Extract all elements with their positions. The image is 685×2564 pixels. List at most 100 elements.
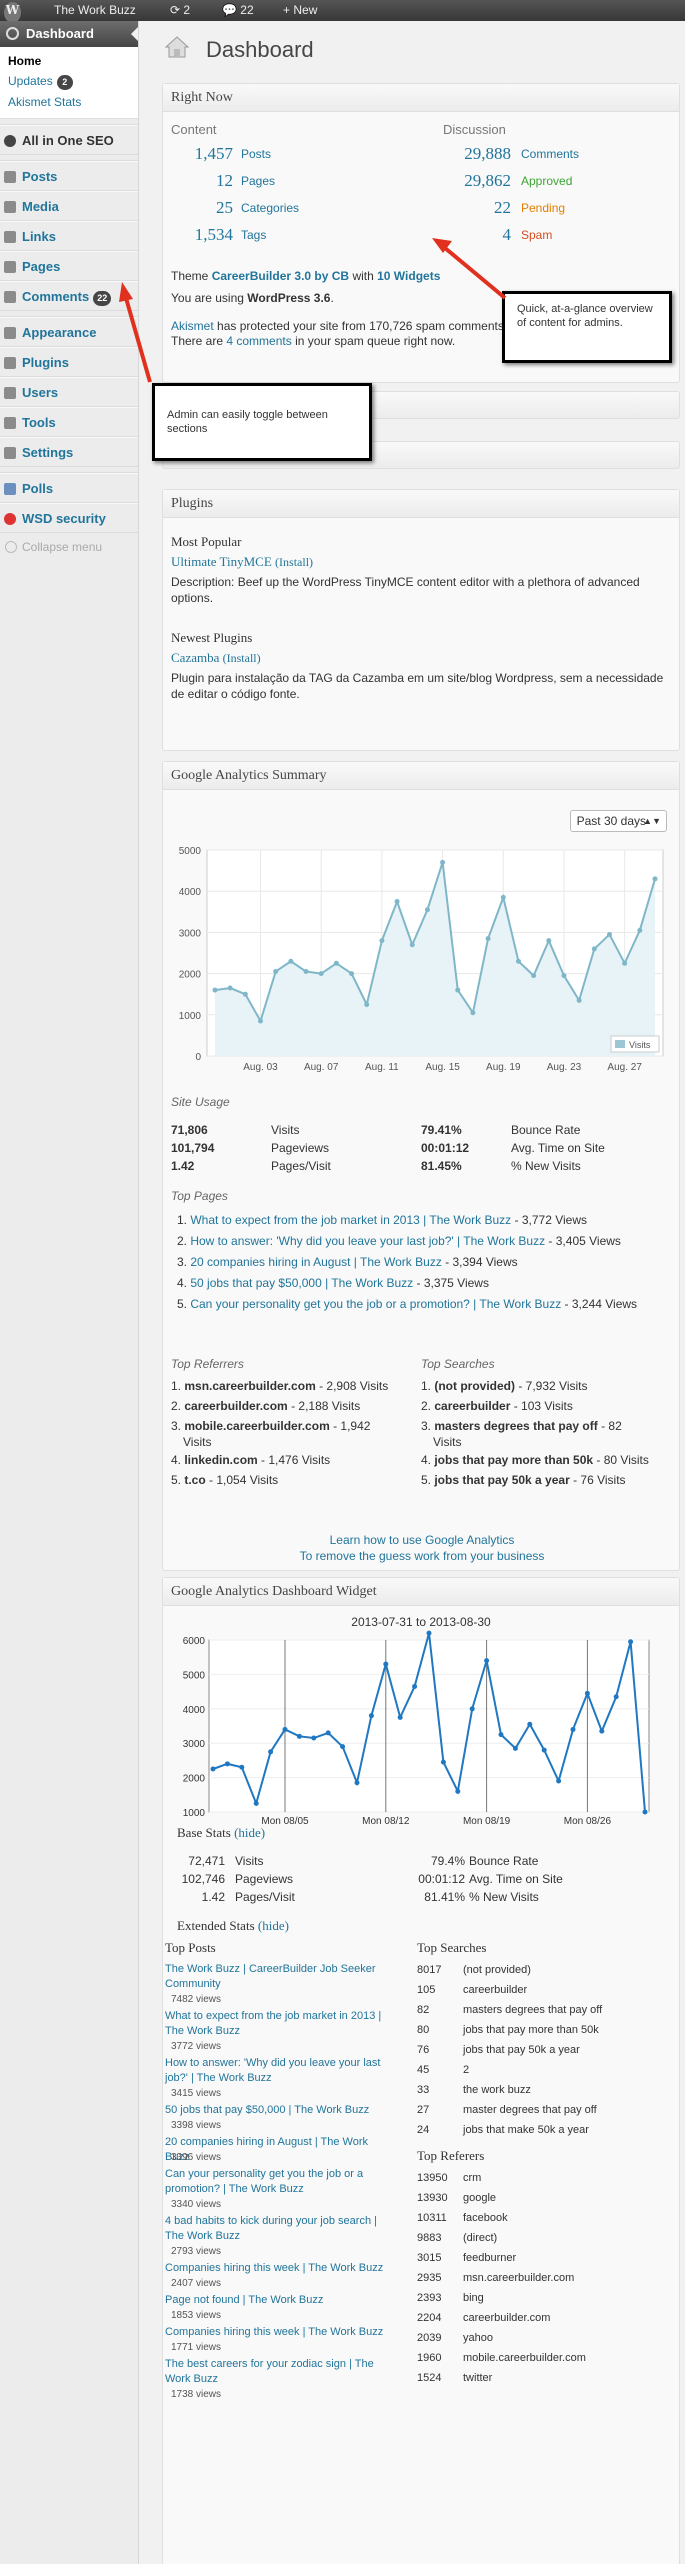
item-name: t.co <box>184 1473 206 1487</box>
top-post-link[interactable]: 4 bad habits to kick during your job sea… <box>165 2214 395 2244</box>
install-link[interactable]: (Install) <box>223 651 261 665</box>
sidebar-item-dashboard[interactable]: Dashboard <box>0 21 138 47</box>
sidebar-item-links[interactable]: Links <box>0 221 138 251</box>
page-title: Dashboard <box>206 37 314 62</box>
discussion-count[interactable]: 4 <box>363 225 512 245</box>
top-page-item: 2. How to answer: 'Why did you leave you… <box>177 1233 677 1249</box>
spam-queue-link[interactable]: 4 comments <box>226 334 291 348</box>
widgets-link[interactable]: 10 Widgets <box>377 269 440 283</box>
submenu-home[interactable]: Home <box>0 51 138 71</box>
content-label[interactable]: Tags <box>241 228 266 242</box>
comments-link[interactable]: 💬 22 <box>222 0 254 21</box>
top-page-link[interactable]: How to answer: 'Why did you leave your l… <box>190 1234 545 1248</box>
sidebar-item-plugins[interactable]: Plugins <box>0 347 138 377</box>
sidebar-item-label: WSD security <box>22 511 106 526</box>
visits-line-chart: 2013-07-31 to 2013-08-30 1000 2000 3000 4000… <box>183 1615 650 1827</box>
collapse-arrow-icon <box>5 541 17 553</box>
count-value: 80 <box>417 2024 430 2036</box>
content-label[interactable]: Pages <box>241 174 275 188</box>
akismet-line: Akismet has protected your site from 170… <box>171 318 504 334</box>
top-post-views: 3772 views <box>171 2041 222 2052</box>
content-count[interactable]: 1,457 <box>163 144 233 164</box>
current-arrow-icon <box>131 27 138 41</box>
top-page-link[interactable]: Can your personality get you the job or … <box>190 1297 561 1311</box>
item-name: masters degrees that pay off <box>434 1419 598 1433</box>
plugins-widget: Plugins Most Popular Ultimate TinyMCE (I… <box>162 489 680 751</box>
top-page-link[interactable]: 50 jobs that pay $50,000 | The Work Buzz <box>190 1276 413 1290</box>
stat-label: % New Visits <box>511 1159 581 1173</box>
submenu-updates[interactable]: Updates 2 <box>0 71 138 92</box>
akismet-link[interactable]: Akismet <box>171 319 214 333</box>
sidebar-item-wsd-security[interactable]: WSD security <box>0 503 138 533</box>
plot-area <box>208 1639 650 1813</box>
discussion-count[interactable]: 29,888 <box>363 144 511 164</box>
count-value: 2393 <box>417 2292 442 2304</box>
updates-link[interactable]: ⟳ 2 <box>170 0 190 21</box>
sidebar-item-tools[interactable]: Tools <box>0 407 138 437</box>
sidebar-item-polls[interactable]: Polls <box>0 473 138 503</box>
count-label: masters degrees that pay off <box>463 2004 603 2016</box>
chart-title: 2013-07-31 to 2013-08-30 <box>351 1615 491 1629</box>
top-post-link[interactable]: The best careers for your zodiac sign | … <box>165 2357 395 2387</box>
discussion-label[interactable]: Spam <box>521 228 552 242</box>
top-post-views: 3398 views <box>171 2120 222 2131</box>
discussion-label[interactable]: Comments <box>521 147 579 161</box>
top-post-link[interactable]: Companies hiring this week | The Work Bu… <box>165 2261 395 2276</box>
sidebar-item-posts[interactable]: Posts <box>0 161 138 191</box>
plugin-link[interactable]: Ultimate TinyMCE <box>171 554 272 569</box>
theme-link[interactable]: CareerBuilder 3.0 by CB <box>212 269 349 283</box>
widget-title[interactable]: Plugins <box>163 490 679 518</box>
submenu-akismet-label[interactable]: Akismet Stats <box>8 95 81 109</box>
content-label[interactable]: Categories <box>241 201 299 215</box>
visits-area-chart: 0 1000 2000 3000 4000 5000 Aug. 03 Aug. 07 Aug. … <box>179 846 664 1073</box>
top-post-link[interactable]: How to answer: 'Why did you leave your l… <box>165 2056 395 2086</box>
data-point <box>613 1694 619 1700</box>
top-post-link[interactable]: What to expect from the job market in 20… <box>165 2009 395 2039</box>
submenu-updates-label[interactable]: Updates <box>8 74 53 88</box>
top-post-link[interactable]: The Work Buzz | CareerBuilder Job Seeker… <box>165 1962 395 1992</box>
content-count[interactable]: 25 <box>163 198 233 218</box>
discussion-count[interactable]: 22 <box>363 198 511 218</box>
sidebar-item-appearance[interactable]: Appearance <box>0 317 138 347</box>
top-page-link[interactable]: What to expect from the job market in 20… <box>190 1213 511 1227</box>
plugin-link[interactable]: Cazamba <box>171 650 219 665</box>
top-post-link[interactable]: 50 jobs that pay $50,000 | The Work Buzz <box>165 2103 395 2118</box>
sidebar-item-pages[interactable]: Pages <box>0 251 138 281</box>
content-count[interactable]: 12 <box>163 171 233 191</box>
learn-ga-link[interactable]: Learn how to use Google Analytics <box>163 1532 681 1548</box>
discussion-label[interactable]: Approved <box>521 174 572 188</box>
hide-extended-stats-link[interactable]: (hide) <box>258 1918 289 1933</box>
collapse-menu-button[interactable]: Collapse menu <box>0 533 138 561</box>
content-label[interactable]: Posts <box>241 147 271 161</box>
sidebar-item-media[interactable]: Media <box>0 191 138 221</box>
install-link[interactable]: (Install) <box>275 555 313 569</box>
top-post-link[interactable]: Can your personality get you the job or … <box>165 2167 395 2197</box>
remove-guesswork-link[interactable]: To remove the guess work from your busin… <box>163 1548 681 1564</box>
remove-guesswork-link-text[interactable]: To remove the guess work from your busin… <box>300 1549 545 1563</box>
submenu-akismet-stats[interactable]: Akismet Stats <box>0 92 138 112</box>
discussion-label[interactable]: Pending <box>521 201 565 215</box>
widget-title[interactable]: Right Now <box>163 84 679 112</box>
top-post-link[interactable]: Companies hiring this week | The Work Bu… <box>165 2325 395 2340</box>
count-value: 2039 <box>417 2332 442 2344</box>
hide-base-stats-link[interactable]: (hide) <box>234 1825 265 1840</box>
widget-title[interactable]: Google Analytics Dashboard Widget <box>163 1578 679 1606</box>
learn-ga-link-text[interactable]: Learn how to use Google Analytics <box>330 1533 515 1547</box>
new-content-link[interactable]: + New <box>283 0 317 21</box>
top-post-link[interactable]: Page not found | The Work Buzz <box>165 2293 395 2308</box>
stat-label: Bounce Rate <box>511 1123 581 1137</box>
most-popular-heading: Most Popular <box>171 534 242 549</box>
top-page-link[interactable]: 20 companies hiring in August | The Work… <box>190 1255 441 1269</box>
wordpress-logo-icon[interactable]: W <box>4 2 21 23</box>
sidebar-item-comments[interactable]: Comments 22 <box>0 281 138 311</box>
item-visits: - 1,476 Visits <box>257 1453 331 1467</box>
site-name-link[interactable]: The Work Buzz <box>54 0 136 21</box>
sidebar-item-users[interactable]: Users <box>0 377 138 407</box>
sidebar-item-settings[interactable]: Settings <box>0 437 138 467</box>
discussion-count[interactable]: 29,862 <box>363 171 511 191</box>
sidebar-item-all-in-one-seo[interactable]: All in One SEO <box>0 125 138 155</box>
x-tick-label: Mon 08/19 <box>463 1816 511 1827</box>
widget-title[interactable]: Google Analytics Summary <box>163 762 679 790</box>
content-count[interactable]: 1,534 <box>163 225 233 245</box>
date-range-select[interactable]: Past 30 days ▲▼ <box>569 810 667 832</box>
